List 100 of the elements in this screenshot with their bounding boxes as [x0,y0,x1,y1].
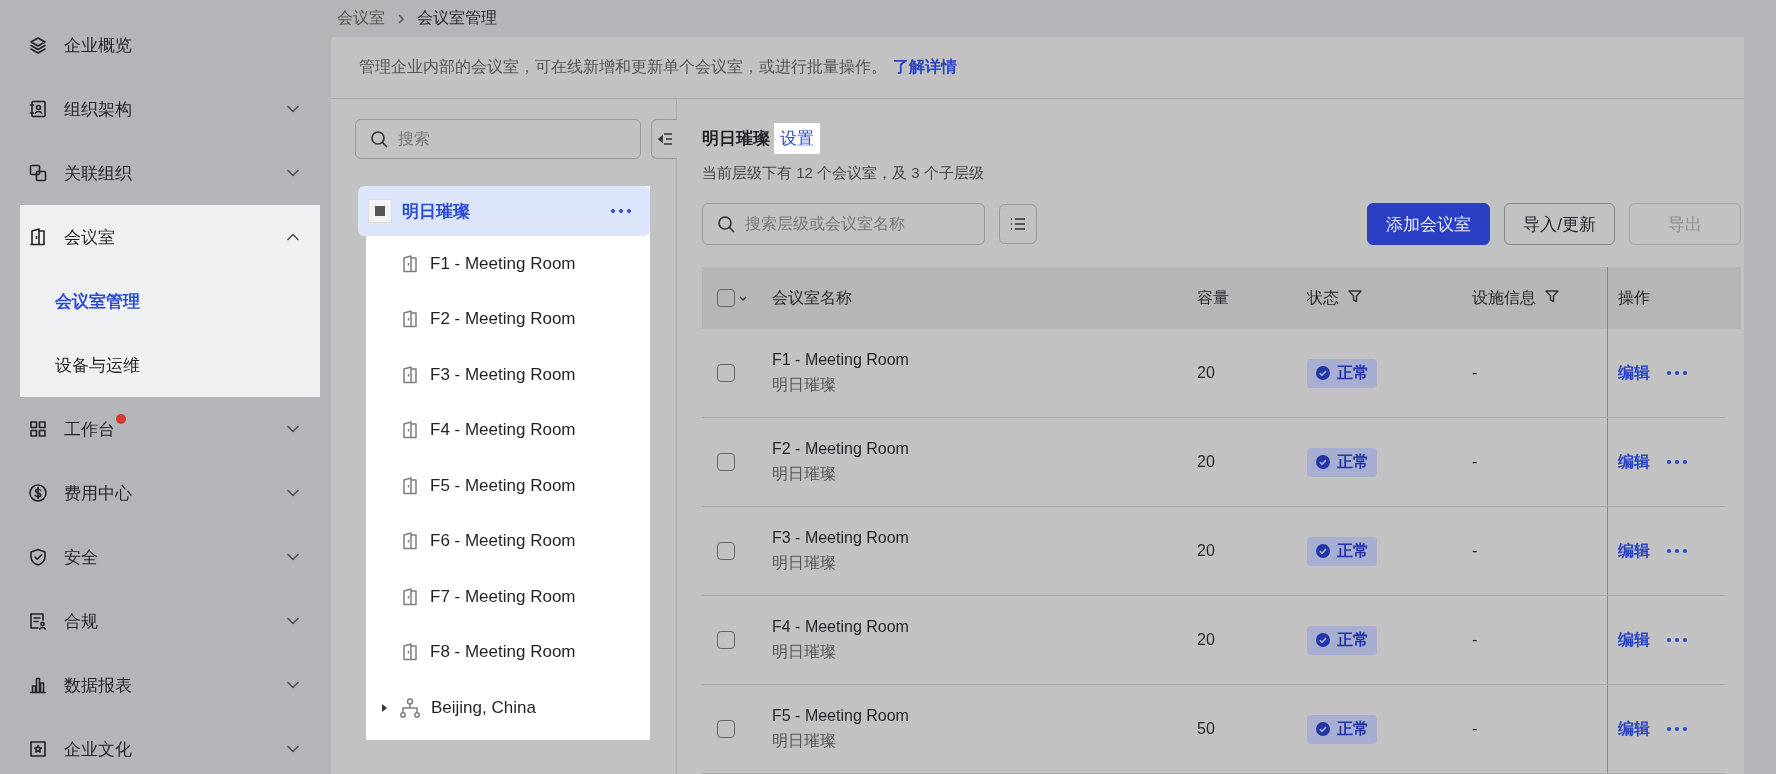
filter-icon[interactable] [1544,288,1560,304]
checkbox[interactable] [717,289,735,307]
checkbox[interactable] [717,631,735,649]
sidebar-item-label: 企业概览 [64,35,132,55]
sidebar-item[interactable]: 数据报表 [0,653,331,717]
sidebar-item[interactable]: 企业文化 [0,717,331,774]
more-icon[interactable] [1666,726,1688,732]
door-icon [400,531,420,552]
checkbox[interactable] [717,453,735,471]
tree-item[interactable]: F8 - Meeting Room [366,624,650,680]
tree-item[interactable]: F4 - Meeting Room [366,402,650,458]
tree-item[interactable]: F2 - Meeting Room [366,291,650,347]
sidebar-item[interactable]: 工作台 [0,397,331,461]
tree-item[interactable]: F6 - Meeting Room [366,513,650,569]
edit-link[interactable]: 编辑 [1618,718,1650,740]
door-icon [28,227,48,247]
collapse-icon [656,132,673,146]
door-icon [400,642,420,663]
door-icon [400,309,420,330]
document-person-icon [28,611,48,631]
sidebar-item-label: 合规 [64,611,98,631]
sidebar-item[interactable]: 费用中心 [0,461,331,525]
door-icon [400,475,420,496]
room-name: F5 - Meeting Room [772,706,909,725]
capacity-value: 50 [1197,720,1215,738]
collapse-button[interactable] [651,119,677,159]
tree-item[interactable]: F5 - Meeting Room [366,458,650,514]
sidebar-item[interactable]: 关联组织 [0,141,331,205]
contact-book-icon [28,99,48,119]
sidebar-item[interactable]: 合规 [0,589,331,653]
dollar-circle-icon [28,483,48,503]
hierarchy-icon [399,696,421,719]
list-icon [1010,217,1026,231]
layers-icon [28,35,48,55]
checkbox[interactable] [717,542,735,560]
check-circle-icon [1315,365,1331,381]
room-level: 明日璀璨 [772,463,836,484]
submenu-item[interactable]: 设备与运维 [20,333,320,397]
tree-item[interactable]: F1 - Meeting Room [366,236,650,292]
settings-link[interactable]: 设置 [774,123,820,154]
sidebar-item-label: 费用中心 [64,483,132,503]
room-name: F4 - Meeting Room [772,617,909,636]
breadcrumb-current: 会议室管理 [417,8,497,28]
capacity-value: 20 [1197,542,1215,560]
edit-link[interactable]: 编辑 [1618,362,1650,384]
column-header: 设施信息 [1472,287,1536,308]
sidebar-item-label: 会议室 [64,227,115,247]
more-icon[interactable] [610,208,632,214]
room-level: 明日璀璨 [772,552,836,573]
status-tag: 正常 [1307,358,1377,388]
submenu-item[interactable]: 会议室管理 [20,269,320,333]
more-icon[interactable] [1666,459,1688,465]
checkbox[interactable] [717,720,735,738]
facilities-value: - [1472,720,1478,738]
sidebar-item[interactable]: 会议室 [20,205,320,269]
sidebar-item-label: 数据报表 [64,675,132,695]
edit-link[interactable]: 编辑 [1618,629,1650,651]
more-icon[interactable] [1666,548,1688,554]
search-icon [370,130,388,148]
door-icon [400,253,420,274]
facilities-value: - [1472,542,1478,560]
sidebar-item[interactable]: 组织架构 [0,77,331,141]
action-button[interactable]: 添加会议室 [1367,203,1491,245]
checkbox[interactable] [717,364,735,382]
bar-chart-icon [28,675,48,695]
search-icon [717,215,735,233]
check-circle-icon [1315,454,1331,470]
shield-check-icon [28,547,48,567]
capacity-value: 20 [1197,631,1215,649]
list-view-button[interactable] [999,204,1037,244]
sidebar-item-label: 企业文化 [64,739,132,759]
check-circle-icon [1315,632,1331,648]
column-header: 会议室名称 [772,287,852,308]
facilities-value: - [1472,453,1478,471]
room-level: 明日璀璨 [772,374,836,395]
door-icon [400,420,420,441]
tree-item[interactable]: Beijing, China [366,680,650,736]
sidebar-item[interactable]: 安全 [0,525,331,589]
door-icon [400,586,420,607]
status-tag: 正常 [1307,714,1377,744]
more-icon[interactable] [1666,637,1688,643]
filter-icon[interactable] [1347,288,1363,304]
edit-link[interactable]: 编辑 [1618,540,1650,562]
tree-item[interactable]: F7 - Meeting Room [366,569,650,625]
status-tag: 正常 [1307,625,1377,655]
caret-icon[interactable] [379,702,389,713]
grid-icon [28,419,48,439]
column-header: 操作 [1618,287,1650,308]
learn-more-link[interactable]: 了解详情 [893,57,957,78]
sidebar-item[interactable]: 企业概览 [0,13,331,77]
linked-squares-icon [28,163,48,183]
status-tag: 正常 [1307,536,1377,566]
action-button[interactable]: 导入/更新 [1504,203,1615,245]
tree-item[interactable]: F3 - Meeting Room [366,347,650,403]
more-icon[interactable] [1666,370,1688,376]
edit-link[interactable]: 编辑 [1618,451,1650,473]
tree-root-item[interactable]: 明日璀璨 [358,186,650,236]
column-header: 状态 [1307,287,1339,308]
breadcrumb-link[interactable]: 会议室 [337,8,385,29]
column-header: 容量 [1197,287,1229,308]
